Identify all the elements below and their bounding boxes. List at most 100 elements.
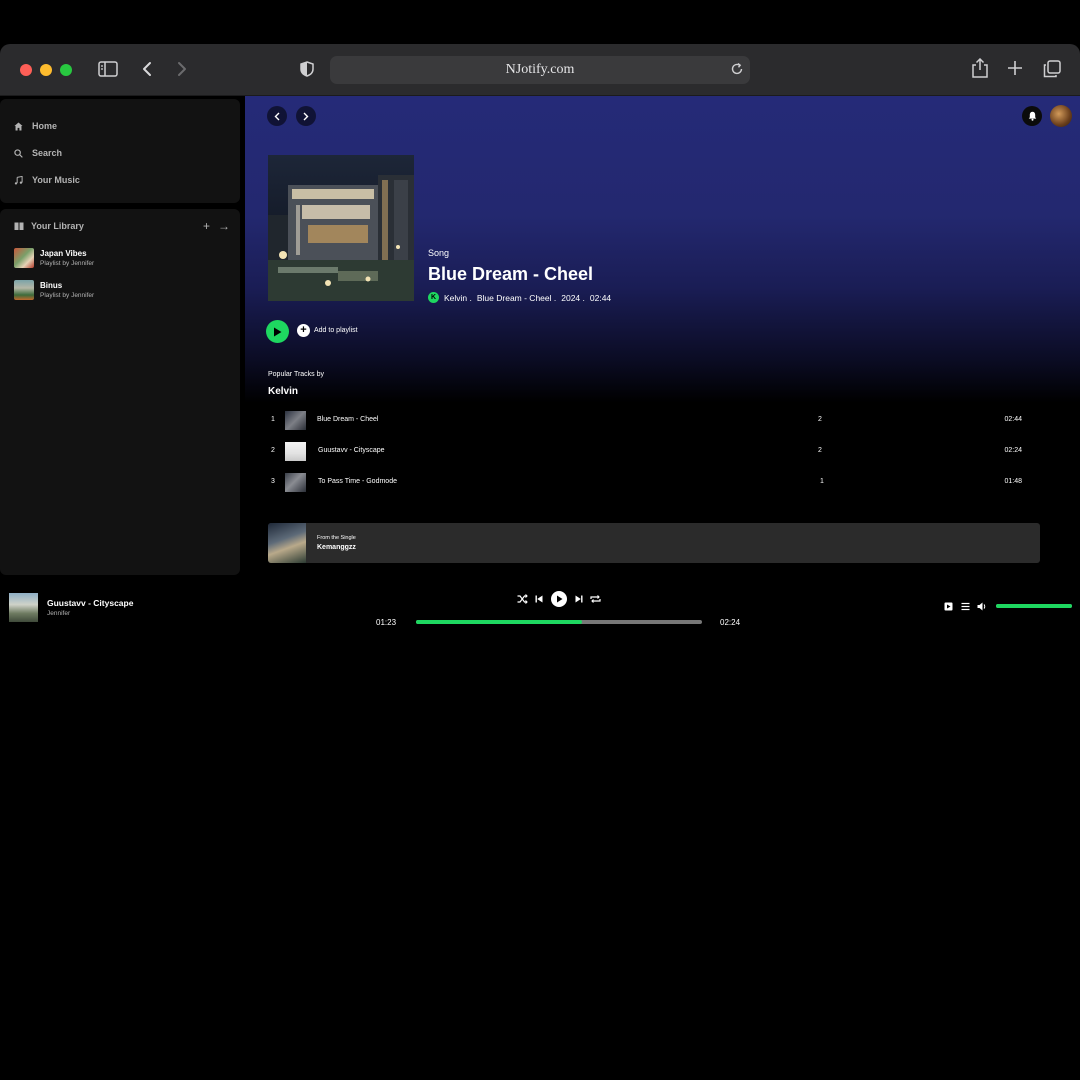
playlist-subtitle: Playlist by Jennifer — [40, 260, 95, 267]
library-panel: Your Library + → Japan Vibes Playlist by… — [0, 209, 240, 575]
playlist-title: Japan Vibes — [40, 249, 87, 258]
nav-search[interactable]: Search — [14, 148, 62, 158]
track-number: 1 — [271, 416, 275, 423]
shield-icon[interactable] — [299, 60, 315, 78]
library-item[interactable]: Japan Vibes Playlist by Jennifer — [14, 248, 94, 268]
nav-search-label: Search — [32, 148, 63, 158]
song-year: 2024 . — [561, 292, 585, 303]
track-row[interactable]: 2 Guustavv - Cityscape 2 02:24 — [268, 440, 1028, 462]
play-pause-button[interactable] — [551, 591, 567, 607]
reload-icon[interactable] — [730, 62, 744, 81]
repeat-button[interactable] — [589, 593, 601, 605]
track-name: Guustavv - Cityscape — [318, 447, 385, 454]
nav-your-music-label: Your Music — [32, 175, 80, 185]
track-duration: 02:44 — [1004, 416, 1022, 423]
plus-icon[interactable]: + — [203, 219, 210, 233]
track-plays: 2 — [818, 416, 822, 423]
forward-button[interactable] — [296, 106, 316, 126]
track-thumbnail — [285, 411, 306, 430]
shuffle-icon — [517, 594, 528, 604]
browser-toolbar: NJotify.com — [0, 44, 1080, 96]
playlist-title: Binus — [40, 281, 63, 290]
now-playing-title[interactable]: Guustavv - Cityscape — [47, 598, 133, 608]
song-meta: K Kelvin . Blue Dream - Cheel . 2024 . 0… — [428, 292, 611, 303]
search-icon — [14, 148, 23, 158]
arrow-right-icon[interactable]: → — [218, 219, 230, 233]
song-duration: 02:44 — [589, 292, 612, 303]
track-thumbnail — [285, 473, 306, 492]
chevron-left-icon — [274, 112, 280, 120]
nav-your-music[interactable]: Your Music — [14, 175, 80, 185]
track-name: Blue Dream - Cheel — [317, 416, 379, 423]
play-button[interactable] — [266, 320, 289, 343]
volume-button[interactable] — [977, 601, 987, 611]
popular-tracks-label: Popular Tracks by — [268, 371, 325, 378]
from-single-card[interactable]: From the Single Kemanggzz — [268, 523, 1040, 563]
elapsed-time: 01:23 — [376, 618, 397, 627]
add-to-playlist-button[interactable]: + Add to playlist — [297, 324, 358, 337]
new-tab-icon[interactable] — [1006, 59, 1024, 77]
shuffle-button[interactable] — [516, 593, 528, 605]
song-title: Blue Dream - Cheel — [428, 264, 594, 284]
now-playing-view-button[interactable] — [943, 601, 953, 611]
music-note-icon — [14, 175, 23, 185]
queue-button[interactable] — [960, 601, 970, 611]
track-number: 3 — [271, 478, 275, 485]
skip-back-icon — [535, 595, 543, 603]
avatar[interactable] — [1050, 105, 1072, 127]
back-button[interactable] — [267, 106, 287, 126]
browser-back-icon[interactable] — [140, 60, 154, 78]
main-content: Song Blue Dream - Cheel K Kelvin . Blue … — [245, 96, 1080, 575]
plus-circle-icon: + — [297, 324, 310, 337]
bell-icon — [1028, 111, 1036, 121]
library-item[interactable]: Binus Playlist by Jennifer — [14, 280, 94, 300]
popular-tracks-artist[interactable]: Kelvin — [268, 386, 298, 397]
track-plays: 1 — [820, 478, 824, 485]
single-name: Kemanggzz — [317, 544, 356, 551]
nav-home[interactable]: Home — [14, 121, 57, 131]
repeat-icon — [589, 595, 601, 603]
play-icon — [556, 595, 562, 603]
track-duration: 01:48 — [1004, 478, 1022, 485]
play-icon — [274, 327, 282, 336]
tab-overview-icon[interactable] — [1042, 59, 1062, 79]
playlist-cover-japan-vibes — [14, 248, 34, 268]
skip-forward-icon — [575, 595, 583, 603]
volume-fill — [996, 604, 1072, 608]
previous-button[interactable] — [533, 593, 545, 605]
playlist-subtitle: Playlist by Jennifer — [40, 292, 95, 299]
now-playing-artist[interactable]: Jennifer — [47, 610, 70, 617]
notifications-button[interactable] — [1022, 106, 1042, 126]
song-album[interactable]: Blue Dream - Cheel . — [477, 293, 556, 303]
now-playing-view-icon — [944, 602, 952, 610]
library-title: Your Library — [31, 221, 84, 231]
track-duration: 02:24 — [1004, 447, 1022, 454]
browser-forward-icon[interactable] — [175, 60, 189, 78]
library-icon — [14, 222, 24, 230]
track-name: To Pass Time - Godmode — [318, 478, 397, 485]
single-cover-image — [268, 523, 306, 563]
volume-icon — [977, 602, 986, 610]
address-bar[interactable]: NJotify.com — [330, 56, 750, 84]
share-icon[interactable] — [970, 57, 990, 79]
next-button[interactable] — [573, 593, 585, 605]
track-row[interactable]: 1 Blue Dream - Cheel 2 02:44 — [268, 409, 1028, 431]
url-text: NJotify.com — [505, 62, 575, 77]
library-actions: + → — [203, 219, 230, 233]
minimize-window-button[interactable] — [40, 64, 52, 76]
track-thumbnail — [285, 442, 306, 461]
total-time: 02:24 — [720, 618, 741, 627]
track-plays: 2 — [818, 447, 822, 454]
progress-bar[interactable] — [416, 620, 702, 624]
track-row[interactable]: 3 To Pass Time - Godmode 1 01:48 — [268, 471, 1028, 493]
library-header[interactable]: Your Library — [14, 221, 84, 231]
sidebar-toggle-icon[interactable] — [97, 60, 119, 78]
maximize-window-button[interactable] — [60, 64, 72, 76]
playlist-cover-binus — [14, 280, 34, 300]
artist-avatar[interactable]: K — [428, 292, 439, 303]
progress-fill — [416, 620, 582, 624]
close-window-button[interactable] — [20, 64, 32, 76]
song-artist[interactable]: Kelvin . — [444, 293, 472, 303]
volume-slider[interactable] — [996, 604, 1072, 608]
chevron-right-icon — [303, 112, 309, 120]
